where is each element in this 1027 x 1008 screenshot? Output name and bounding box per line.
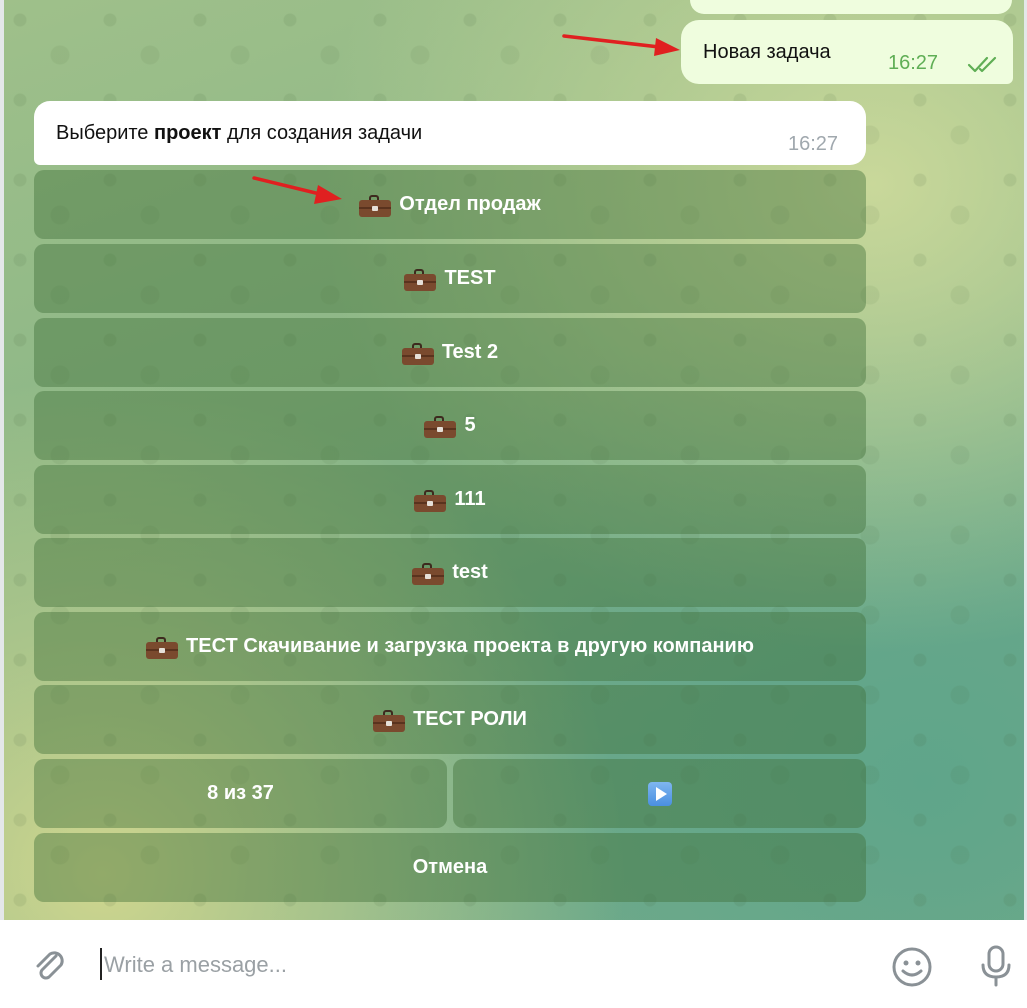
briefcase-icon bbox=[146, 636, 179, 659]
project-button-label: 5 bbox=[464, 414, 476, 436]
project-button-label: 111 bbox=[454, 488, 486, 510]
paperclip-icon[interactable] bbox=[30, 946, 70, 986]
project-button-test-lower[interactable]: test bbox=[34, 538, 866, 607]
smiley-icon[interactable] bbox=[890, 945, 934, 989]
briefcase-icon bbox=[359, 194, 392, 217]
previous-message-bubble bbox=[690, 0, 1012, 14]
text-caret bbox=[100, 948, 102, 980]
briefcase-icon bbox=[412, 562, 445, 585]
project-button-5[interactable]: 5 bbox=[34, 391, 866, 460]
annotation-arrow bbox=[562, 34, 680, 56]
cancel-label: Отмена bbox=[412, 856, 488, 878]
outgoing-message-time: 16:27 bbox=[888, 52, 939, 74]
project-button-label: TEST bbox=[444, 267, 496, 289]
project-button-test-download[interactable]: ТЕСТ Скачивание и загрузка проекта в дру… bbox=[34, 612, 866, 681]
project-button-label: ТЕСТ РОЛИ bbox=[413, 708, 527, 730]
project-button-test-2[interactable]: Test 2 bbox=[34, 318, 866, 387]
pagination-label: 8 из 37 bbox=[207, 782, 274, 804]
incoming-message-text: Выберите проект для создания задачи bbox=[56, 122, 423, 144]
briefcase-icon bbox=[401, 342, 434, 365]
briefcase-icon bbox=[414, 489, 447, 512]
next-page-button[interactable] bbox=[453, 759, 866, 828]
briefcase-icon bbox=[424, 415, 457, 438]
project-button-label: Отдел продаж bbox=[399, 193, 541, 215]
outgoing-message: Новая задача 16:27 bbox=[681, 20, 1013, 84]
incoming-message-time: 16:27 bbox=[788, 133, 839, 155]
message-input[interactable] bbox=[104, 948, 844, 982]
project-button-sales[interactable]: Отдел продаж bbox=[34, 170, 866, 239]
play-icon bbox=[647, 781, 672, 806]
briefcase-icon bbox=[404, 268, 437, 291]
incoming-message: Выберите проект для создания задачи 16:2… bbox=[34, 101, 866, 165]
pagination-indicator-button[interactable]: 8 из 37 bbox=[34, 759, 447, 828]
project-button-test-roles[interactable]: ТЕСТ РОЛИ bbox=[34, 685, 866, 754]
microphone-icon[interactable] bbox=[976, 943, 1016, 989]
double-check-icon bbox=[967, 56, 997, 73]
project-button-label: test bbox=[452, 561, 488, 583]
project-button-test[interactable]: TEST bbox=[34, 244, 866, 313]
project-button-111[interactable]: 111 bbox=[34, 465, 866, 534]
left-border bbox=[0, 0, 4, 920]
project-button-label: ТЕСТ Скачивание и загрузка проекта в дру… bbox=[186, 635, 754, 657]
project-button-label: Test 2 bbox=[441, 341, 499, 363]
briefcase-icon bbox=[373, 709, 406, 732]
annotation-arrow bbox=[252, 176, 342, 204]
cancel-button[interactable]: Отмена bbox=[34, 833, 866, 902]
outgoing-message-text: Новая задача bbox=[703, 41, 831, 63]
